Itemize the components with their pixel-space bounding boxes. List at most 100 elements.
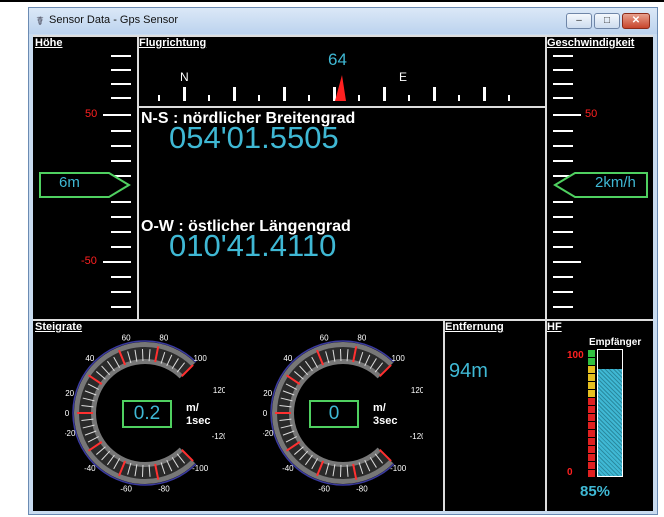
header-altitude: Höhe <box>35 37 63 49</box>
window-title: Sensor Data - Gps Sensor <box>49 14 179 26</box>
gauge-label: -80 <box>356 485 368 494</box>
heading-value: 64 <box>328 50 347 69</box>
spd-tick <box>553 160 573 162</box>
climb-3sec-unit-line2: 3sec <box>373 415 398 427</box>
gauge-label: 80 <box>357 333 366 342</box>
compass-tick <box>508 95 510 101</box>
rf-bar-segment <box>588 358 595 365</box>
altitude-divider <box>137 35 139 319</box>
rf-bar-segment <box>588 470 595 477</box>
climb-1sec-unit-line1: m/ <box>186 402 199 414</box>
spd-major-tick <box>553 261 581 263</box>
compass-divider <box>137 106 545 108</box>
compass-tick <box>458 95 460 101</box>
rf-bar-segment <box>588 366 595 373</box>
alt-tick <box>111 306 131 308</box>
gauge-label: -20 <box>263 429 274 438</box>
gauge-label: -100 <box>192 464 209 473</box>
spd-tick <box>553 69 573 71</box>
gauge-label: -60 <box>318 485 330 494</box>
alt-tick <box>111 55 131 57</box>
header-heading: Flugrichtung <box>139 37 207 49</box>
spd-tick <box>553 306 573 308</box>
gauge-label: 60 <box>320 333 329 342</box>
gauge-label: -20 <box>65 429 76 438</box>
spd-tick <box>553 291 573 293</box>
speed-value: 2km/h <box>595 174 636 191</box>
compass-east: E <box>399 70 408 84</box>
heading-pointer <box>335 75 346 101</box>
alt-major-tick <box>103 114 131 116</box>
latitude-value: 054'01.5505 <box>169 120 339 155</box>
gauge-label: -120 <box>410 432 423 441</box>
gauge-label: 80 <box>159 333 168 342</box>
compass-tick <box>358 95 360 101</box>
longitude-value: 010'41.4110 <box>169 228 337 263</box>
speed-divider <box>545 35 547 511</box>
title-bar[interactable]: ☤ Sensor Data - Gps Sensor – □ ✕ <box>29 8 657 34</box>
alt-tick <box>111 69 131 71</box>
spd-tick <box>553 201 573 203</box>
compass-tick <box>233 87 236 101</box>
climb-3sec-value: 0 <box>309 400 359 428</box>
spd-tick <box>553 97 573 99</box>
distance-divider <box>443 319 445 511</box>
spd-tick <box>553 145 573 147</box>
rf-bar-segment <box>588 422 595 429</box>
climb-1sec-unit-line2: 1sec <box>186 415 211 427</box>
alt-tick <box>111 130 131 132</box>
gauge-label: 60 <box>122 333 131 342</box>
rf-bar-segment <box>588 438 595 445</box>
header-rf: HF <box>547 321 562 333</box>
alt-label-minus50: -50 <box>81 255 97 267</box>
minimize-button[interactable]: – <box>566 13 592 29</box>
header-distance: Entfernung <box>445 321 504 333</box>
altitude-value: 6m <box>59 174 80 191</box>
receiver-label: Empfänger <box>589 337 642 348</box>
gauge-label: 40 <box>85 354 94 363</box>
rf-bar-segment <box>588 454 595 461</box>
gauge-label: 0 <box>263 409 268 418</box>
maximize-button[interactable]: □ <box>594 13 620 29</box>
rf-level-frame <box>597 349 623 477</box>
spd-tick <box>553 130 573 132</box>
gauge-label: -40 <box>84 464 96 473</box>
gauge-label: -40 <box>282 464 294 473</box>
rf-bar-segment <box>588 430 595 437</box>
compass-tick <box>308 95 310 101</box>
climb-3sec-unit: m/3sec <box>373 402 397 428</box>
close-button[interactable]: ✕ <box>622 13 650 29</box>
rf-bar-segment <box>588 462 595 469</box>
gauge-label: 20 <box>65 389 74 398</box>
rf-bar-segment <box>588 398 595 405</box>
sensor-window: ☤ Sensor Data - Gps Sensor – □ ✕ Höhe Fl… <box>28 7 658 515</box>
compass-tick <box>183 87 186 101</box>
gauge-label: 100 <box>193 354 207 363</box>
rf-percent: 85% <box>580 483 611 500</box>
spd-major-tick <box>553 114 581 116</box>
alt-tick <box>111 246 131 248</box>
alt-tick <box>111 201 131 203</box>
spd-tick <box>553 246 573 248</box>
gauge-label: -120 <box>212 432 225 441</box>
alt-major-tick <box>103 261 131 263</box>
climb-1sec-value: 0.2 <box>122 400 172 428</box>
compass-tick <box>408 95 410 101</box>
rf-bar-segment <box>588 414 595 421</box>
rf-bar-segment <box>588 374 595 381</box>
rf-level-fill <box>598 368 622 476</box>
gauge-label: 0 <box>65 409 70 418</box>
gauge-label: -80 <box>158 485 170 494</box>
alt-tick <box>111 145 131 147</box>
compass-north: N <box>180 70 189 84</box>
spd-tick <box>553 276 573 278</box>
compass-tick <box>158 95 160 101</box>
top-border <box>0 0 664 2</box>
alt-tick <box>111 97 131 99</box>
rf-color-bar <box>588 350 595 478</box>
rf-bar-segment <box>588 406 595 413</box>
gauge-label: -100 <box>390 464 407 473</box>
rf-scale-top: 100 <box>567 350 584 361</box>
gauge-label: -60 <box>120 485 132 494</box>
distance-value: 94m <box>449 360 488 382</box>
